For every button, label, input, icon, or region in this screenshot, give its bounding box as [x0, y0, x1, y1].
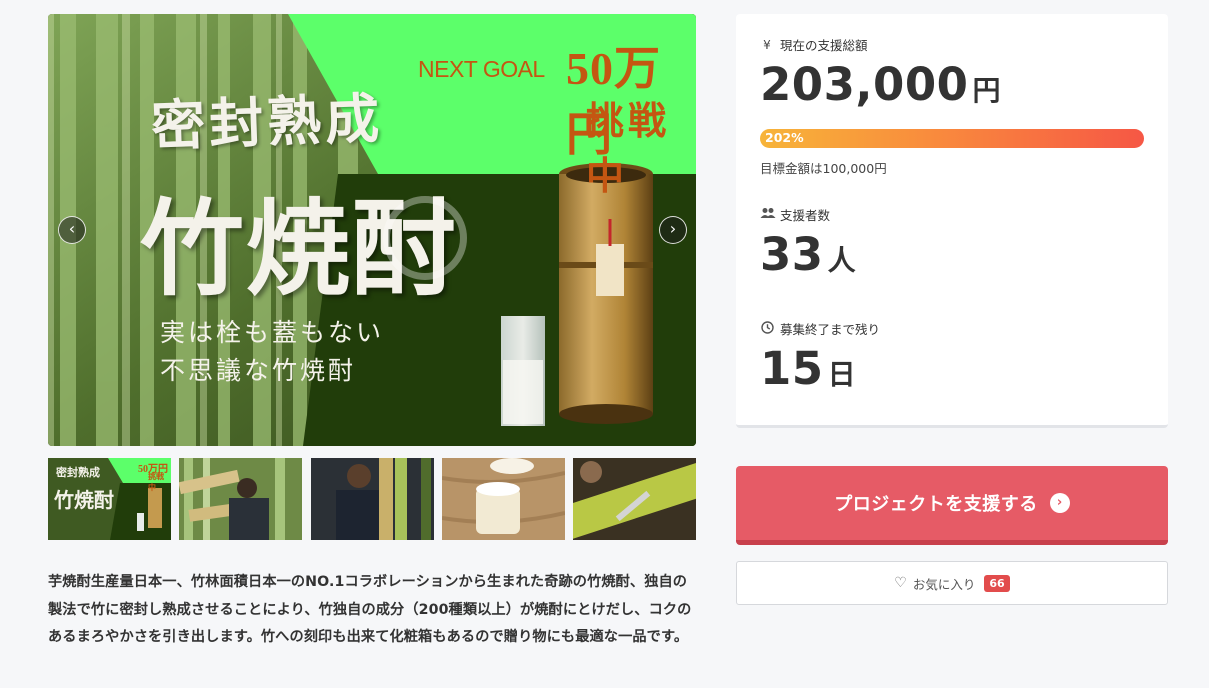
- project-description: 芋焼酎生産量日本一、竹林面積日本一のNO.1コラボレーションから生まれた奇跡の竹…: [48, 574, 692, 645]
- favorite-label: お気に入り: [912, 576, 976, 592]
- thumb-challenge-label: 挑戦中: [148, 472, 164, 492]
- yen-icon: ¥: [763, 37, 771, 52]
- remaining-label-row: 募集終了まで残り: [760, 319, 880, 338]
- supporters-label: 支援者数: [780, 208, 831, 223]
- tagline-line2: 不思議な竹焼酎: [160, 356, 357, 385]
- thumb-craftsman[interactable]: [310, 458, 434, 540]
- tagline-line1: 実は栓も蓋もない: [160, 318, 385, 347]
- challenge-label: 挑戦中: [586, 101, 671, 198]
- thumb-pouring[interactable]: [441, 458, 565, 540]
- total-amount-value: 203,000: [760, 58, 969, 111]
- play-ring-icon: [383, 196, 467, 280]
- supporters-count: 33 人: [760, 228, 856, 281]
- chevron-right-icon: ›: [1049, 493, 1070, 513]
- funding-stats-card: ¥ 現在の支援総額 203,000 円 202% 目標金額は100,000円 支援…: [736, 14, 1168, 428]
- progress-percent-text: 202%: [765, 130, 804, 145]
- thumb-headline-large: 竹焼酎: [54, 488, 114, 512]
- thumb-main-visual[interactable]: 密封熟成 50万円 挑戦中 竹焼酎: [48, 458, 171, 540]
- target-amount: 目標金額は100,000円: [760, 161, 887, 176]
- total-amount-label-row: ¥ 現在の支援総額: [760, 35, 868, 54]
- favorite-button[interactable]: ♡ お気に入り 66: [736, 561, 1168, 605]
- total-amount-label: 現在の支援総額: [780, 38, 868, 53]
- thumb-engraving[interactable]: [573, 458, 696, 540]
- users-icon: [760, 207, 776, 222]
- remaining-days: 15 日: [760, 342, 856, 395]
- remaining-value: 15: [760, 342, 824, 395]
- total-amount: 203,000 円: [760, 58, 1001, 111]
- thumbnail-strip: 密封熟成 50万円 挑戦中 竹焼酎: [48, 458, 696, 540]
- remaining-label: 募集終了まで残り: [780, 322, 881, 337]
- supporters-value: 33: [760, 228, 824, 281]
- favorite-count-badge: 66: [984, 574, 1010, 592]
- thumb-headline-small: 密封熟成: [56, 466, 100, 479]
- support-button-label: プロジェクトを支援する: [834, 494, 1038, 515]
- supporters-label-row: 支援者数: [760, 205, 830, 224]
- funding-progress-bar: 202%: [760, 129, 1144, 148]
- clock-icon: [760, 320, 774, 337]
- main-image: NEXT GOAL 50万円 挑戦中 密封熟成 竹焼酎 実は栓も蓋もない 不思議…: [48, 14, 696, 446]
- carousel-prev-button[interactable]: ‹: [58, 216, 86, 244]
- support-project-button[interactable]: プロジェクトを支援する ›: [736, 466, 1168, 545]
- carousel-next-button[interactable]: ›: [659, 216, 687, 244]
- thumb-bamboo-forest[interactable]: [179, 458, 303, 540]
- total-amount-unit: 円: [972, 74, 1001, 107]
- heart-icon: ♡: [894, 575, 907, 591]
- supporters-unit: 人: [827, 244, 857, 277]
- next-goal-label: NEXT GOAL: [418, 56, 545, 82]
- remaining-unit: 日: [827, 358, 857, 391]
- headline-small: 密封熟成: [150, 85, 385, 159]
- tagline: 実は栓も蓋もない 不思議な竹焼酎: [160, 314, 384, 390]
